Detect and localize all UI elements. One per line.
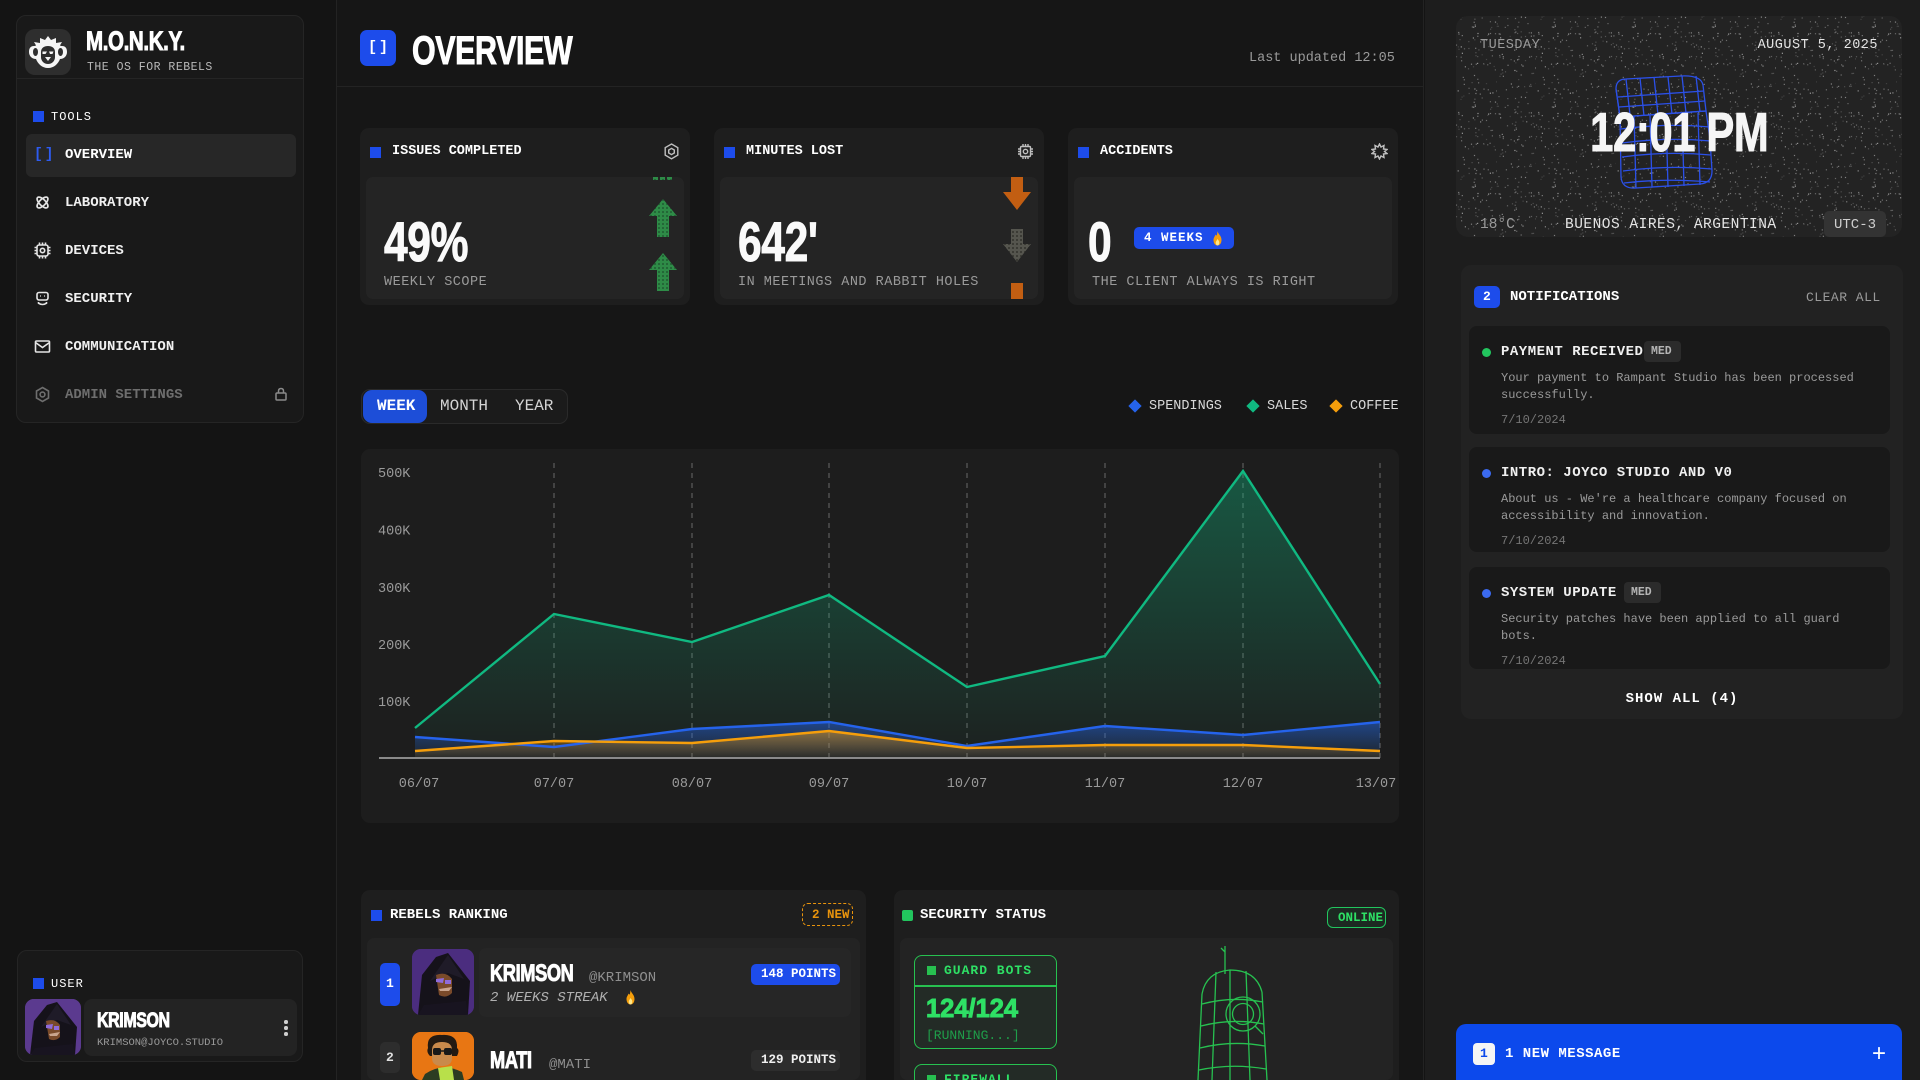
svg-text:300K: 300K [378,582,411,597]
svg-text:13/07: 13/07 [1356,777,1397,792]
svg-text:12/07: 12/07 [1223,777,1264,792]
svg-text:10/07: 10/07 [947,777,988,792]
svg-text:08/07: 08/07 [672,777,713,792]
svg-text:200K: 200K [378,639,411,654]
svg-text:400K: 400K [378,525,411,540]
svg-text:09/07: 09/07 [809,777,850,792]
svg-text:500K: 500K [378,467,411,482]
svg-text:07/07: 07/07 [534,777,575,792]
svg-text:06/07: 06/07 [399,777,440,792]
svg-text:100K: 100K [378,696,411,711]
svg-text:11/07: 11/07 [1085,777,1126,792]
